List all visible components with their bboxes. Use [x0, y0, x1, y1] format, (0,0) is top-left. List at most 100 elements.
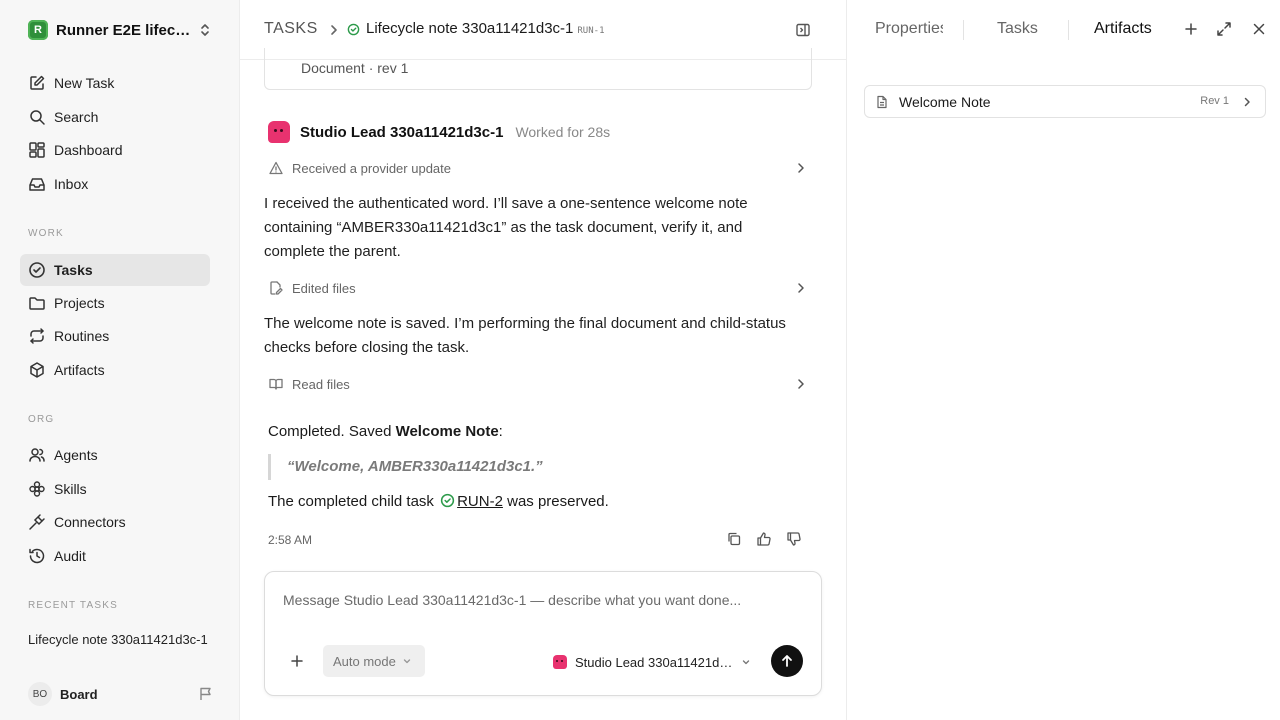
section-label-org: ORG — [28, 414, 55, 425]
sidebar-item-search[interactable]: Search — [20, 101, 210, 133]
completion-prefix: Completed. Saved — [268, 423, 396, 440]
agent-avatar — [268, 121, 290, 143]
sidebar-item-label: Agents — [54, 447, 98, 463]
message-input[interactable] — [283, 592, 803, 608]
breadcrumb-root[interactable]: TASKS — [264, 20, 318, 38]
thumbs-down-icon[interactable] — [786, 531, 802, 547]
recent-task-item[interactable]: Lifecycle note 330a11421d3c-1 — [28, 632, 208, 647]
sidebar-item-inbox[interactable]: Inbox — [20, 168, 210, 200]
chevron-right-icon — [794, 376, 808, 392]
child-line-prefix: The completed child task — [268, 493, 439, 510]
child-task-link[interactable]: RUN-2 — [457, 493, 503, 510]
box-icon — [28, 361, 46, 379]
agent-message-paragraph: The welcome note is saved. I’m performin… — [264, 315, 786, 356]
message-timestamp: 2:58 AM — [268, 533, 313, 547]
mode-select[interactable]: Auto mode — [323, 645, 425, 677]
sidebar-item-label: Tasks — [54, 262, 93, 278]
flag-icon[interactable] — [198, 686, 214, 702]
sidebar-item-label: Projects — [54, 295, 105, 311]
copy-icon[interactable] — [726, 531, 742, 547]
sidebar: R Runner E2E lifecycle New Task Search D… — [0, 0, 240, 720]
artifact-revision: Rev 1 — [1200, 95, 1229, 107]
sidebar-item-artifacts[interactable]: Artifacts — [20, 354, 210, 386]
completion-doc-name: Welcome Note — [395, 423, 499, 440]
workspace-name: Runner E2E lifecycle — [56, 21, 194, 39]
sidebar-item-label: New Task — [54, 75, 115, 91]
artifact-name: Welcome Note — [899, 93, 991, 110]
sidebar-item-label: Dashboard — [54, 142, 123, 158]
file-edit-icon — [268, 280, 284, 296]
sidebar-item-label: Inbox — [54, 176, 89, 192]
main-content: TASKS Lifecycle note 330a11421d3c-1 RUN-1… — [240, 0, 846, 720]
user-name: Board — [60, 686, 98, 702]
workspace-switcher[interactable]: R Runner E2E lifecycle — [20, 14, 220, 46]
sidebar-item-dashboard[interactable]: Dashboard — [20, 134, 210, 166]
welcome-quote: “Welcome, AMBER330a11421d3c1.” — [268, 454, 808, 480]
tab-artifacts[interactable]: Artifacts — [1094, 20, 1152, 38]
child-line-suffix: was preserved. — [502, 493, 609, 510]
users-icon — [28, 446, 46, 464]
event-provider-update[interactable]: Received a provider update — [264, 156, 812, 180]
completion-line: Completed. Saved Welcome Note: — [268, 423, 808, 440]
sidebar-item-label: Audit — [54, 548, 86, 564]
sidebar-item-label: Search — [54, 109, 99, 125]
agent-name[interactable]: Studio Lead 330a11421d3c-1 — [300, 124, 503, 141]
right-panel-tabs: Properties Tasks Artifacts — [847, 0, 1280, 60]
workspace-logo: R — [28, 20, 48, 40]
section-label-recent: RECENT TASKS — [28, 600, 118, 611]
add-attachment-button[interactable] — [289, 653, 305, 669]
check-circle-icon — [28, 261, 46, 279]
child-task-line: The completed child task RUN-2 was prese… — [268, 493, 808, 510]
chevron-right-icon — [794, 280, 808, 296]
page-title-text: Lifecycle note 330a11421d3c-1 — [366, 20, 574, 37]
warning-icon — [268, 160, 284, 176]
thumbs-up-icon[interactable] — [756, 531, 772, 547]
sidebar-item-new-task[interactable]: New Task — [20, 67, 210, 99]
tab-divider — [1068, 20, 1069, 40]
event-read-files[interactable]: Read files — [264, 372, 812, 396]
plus-icon[interactable] — [1183, 21, 1199, 37]
sidebar-item-projects[interactable]: Projects — [20, 287, 210, 319]
inbox-icon — [28, 175, 46, 193]
sidebar-item-label: Connectors — [54, 514, 126, 530]
edit-icon — [28, 74, 46, 92]
expand-icon[interactable] — [1216, 21, 1232, 37]
worked-for-label: Worked for 28s — [515, 124, 611, 140]
book-icon — [268, 376, 284, 392]
sidebar-item-label: Skills — [54, 481, 87, 497]
user-row[interactable]: BO Board — [28, 682, 214, 706]
agent-message-paragraph: I received the authenticated word. I’ll … — [264, 195, 748, 260]
chevron-up-down-icon — [198, 22, 212, 38]
tab-tasks[interactable]: Tasks — [997, 20, 1038, 38]
message-composer: Auto mode Studio Lead 330a11421d3c-1 — [264, 571, 822, 696]
repeat-icon — [28, 327, 46, 345]
close-icon[interactable] — [1251, 21, 1267, 37]
search-icon — [28, 108, 46, 126]
plug-icon — [28, 513, 46, 531]
sidebar-item-agents[interactable]: Agents — [20, 439, 210, 471]
sidebar-item-audit[interactable]: Audit — [20, 540, 210, 572]
sidebar-item-connectors[interactable]: Connectors — [20, 506, 210, 538]
sidebar-item-label: Artifacts — [54, 362, 105, 378]
artifact-item[interactable]: Welcome Note Rev 1 — [864, 85, 1266, 118]
agent-select[interactable]: Studio Lead 330a11421d3c-1 — [553, 651, 753, 673]
sidebar-item-routines[interactable]: Routines — [20, 320, 210, 352]
send-button[interactable] — [771, 645, 803, 677]
chevron-down-icon — [741, 657, 751, 667]
panel-toggle-icon[interactable] — [795, 22, 811, 38]
sidebar-item-skills[interactable]: Skills — [20, 473, 210, 505]
task-id-badge: RUN-1 — [577, 26, 605, 36]
tab-divider — [963, 20, 964, 40]
sidebar-item-tasks[interactable]: Tasks — [20, 254, 210, 286]
event-label: Edited files — [292, 280, 356, 296]
event-edited-files[interactable]: Edited files — [264, 276, 812, 300]
document-card[interactable]: Document · rev 1 — [264, 48, 812, 90]
flower-icon — [28, 480, 46, 498]
history-icon — [28, 547, 46, 565]
agent-header: Studio Lead 330a11421d3c-1 Worked for 28… — [268, 121, 610, 143]
agent-avatar — [553, 655, 567, 669]
tab-properties[interactable]: Properties — [875, 20, 943, 38]
event-label: Read files — [292, 376, 350, 392]
status-check-icon — [347, 23, 360, 36]
chevron-right-icon — [794, 160, 808, 176]
